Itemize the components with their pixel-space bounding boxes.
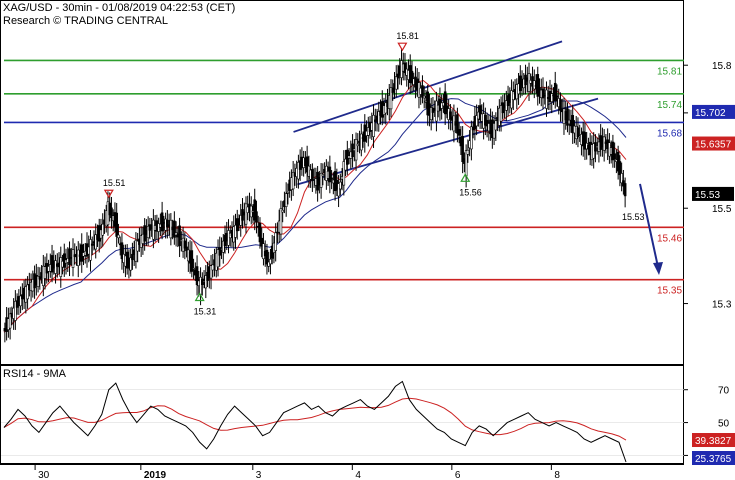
- candle-body: [372, 114, 375, 137]
- high-marker-icon: [397, 42, 408, 52]
- candle-body: [68, 248, 71, 265]
- rsi-line: [3, 380, 627, 463]
- candle-body: [354, 139, 358, 161]
- last-price-label: 15.53: [622, 212, 645, 222]
- price-y-tick-label: 15.5: [712, 204, 732, 215]
- y-axis: 15.315.515.715.8305070: [684, 61, 732, 462]
- candle-body: [211, 264, 215, 271]
- price-tag-0-label: 15.702: [695, 108, 726, 119]
- rsi-panel-frame: [0, 365, 684, 464]
- price-y-tick-label: 15.3: [712, 300, 732, 311]
- candle-body: [613, 153, 616, 160]
- candle-body: [553, 82, 557, 102]
- candle-body: [618, 161, 622, 176]
- chart-header-source: Research © TRADING CENTRAL: [3, 15, 168, 27]
- x-tick-label: 2019: [144, 470, 167, 480]
- candle-body: [281, 209, 284, 213]
- low-label: 15.56: [459, 187, 482, 197]
- rsi-y-tick-label: 50: [718, 419, 730, 430]
- candle-body: [160, 212, 164, 232]
- level-label-3: 15.46: [657, 233, 682, 244]
- high-label: 15.51: [103, 178, 126, 188]
- candle-body: [101, 223, 105, 236]
- price-annotations: 15.51 15.31 15.56 15.81 15.53: [103, 31, 645, 316]
- candle-body: [89, 239, 92, 261]
- candle-body: [559, 99, 562, 111]
- candle-body: [328, 166, 332, 183]
- x-tick-label: 4: [355, 470, 361, 480]
- candle-body: [330, 177, 333, 180]
- candle-body: [356, 143, 360, 147]
- candle-body: [286, 191, 290, 194]
- candle-body: [422, 95, 426, 99]
- candle-body: [321, 174, 325, 177]
- x-tick-label: 6: [455, 470, 461, 480]
- candle-body: [457, 129, 461, 136]
- candle-body: [235, 218, 239, 232]
- candle-body: [255, 211, 258, 223]
- x-tick-label: 3: [256, 470, 262, 480]
- candle-body: [536, 74, 540, 97]
- chart-canvas: XAG/USD - 30min - 01/08/2019 04:22:53 (C…: [0, 0, 735, 480]
- x-axis: 30 2019 3 4 6 8: [34, 464, 560, 480]
- candle-body: [192, 267, 195, 270]
- high-marker-icon: [103, 189, 114, 199]
- candle-body: [115, 212, 118, 237]
- candle-body: [576, 127, 580, 138]
- rsi-lines: [1, 380, 684, 463]
- rsi-ma-line: [3, 397, 627, 441]
- x-tick-label: 30: [38, 470, 50, 480]
- candle-body: [555, 95, 559, 98]
- chart-root: XAG/USD - 30min - 01/08/2019 04:22:53 (C…: [0, 0, 735, 480]
- candle-body: [339, 181, 342, 190]
- candle-body: [541, 88, 545, 99]
- rsi-y-tick-label: 70: [718, 386, 730, 397]
- candle-body: [178, 225, 181, 247]
- ma-slow-line: [3, 98, 627, 333]
- candle-body: [545, 89, 548, 109]
- candle-body: [76, 249, 80, 267]
- level-label-0: 15.81: [657, 66, 682, 77]
- candle-body: [421, 85, 424, 98]
- candle-body: [360, 133, 363, 151]
- ma-fast-line: [3, 79, 627, 333]
- level-label-1: 15.74: [657, 100, 682, 111]
- candle-body: [54, 260, 57, 274]
- candle-body: [532, 80, 536, 90]
- candle-body: [494, 120, 498, 131]
- rsi-tag-0-label: 39.3827: [695, 436, 732, 447]
- level-label-2: 15.68: [657, 128, 682, 139]
- candle-body: [394, 76, 398, 90]
- price-tag-2-label: 15.53: [695, 190, 720, 201]
- candle-body: [623, 183, 627, 197]
- x-tick-label: 8: [554, 470, 560, 480]
- rsi-panel-title: RSI14 - 9MA: [3, 368, 67, 380]
- candle-body: [391, 87, 395, 93]
- candle-body: [274, 232, 277, 251]
- high-label: 15.81: [396, 31, 419, 41]
- low-marker-icon: [460, 173, 471, 182]
- price-tags: 15.702 15.6357 15.53 39.3827 25.3765: [692, 104, 735, 465]
- candle-body: [71, 249, 75, 268]
- candle-body: [117, 234, 120, 239]
- chart-header-title: XAG/USD - 30min - 01/08/2019 04:22:53 (C…: [3, 2, 235, 14]
- rsi-tag-1-label: 25.3765: [695, 454, 732, 465]
- price-y-tick-label: 15.8: [712, 61, 732, 72]
- level-label-4: 15.35: [657, 286, 682, 297]
- forecast-arrow-head: [653, 261, 663, 275]
- candle-body: [269, 258, 272, 265]
- candle-body: [461, 136, 464, 163]
- candle-body: [284, 193, 288, 207]
- moving-averages: [3, 79, 627, 333]
- price-tag-1-label: 15.6357: [695, 140, 732, 151]
- candle-body: [466, 149, 470, 155]
- forecast-arrow-shaft: [639, 183, 659, 268]
- low-label: 15.31: [194, 306, 217, 316]
- candle-body: [90, 243, 94, 246]
